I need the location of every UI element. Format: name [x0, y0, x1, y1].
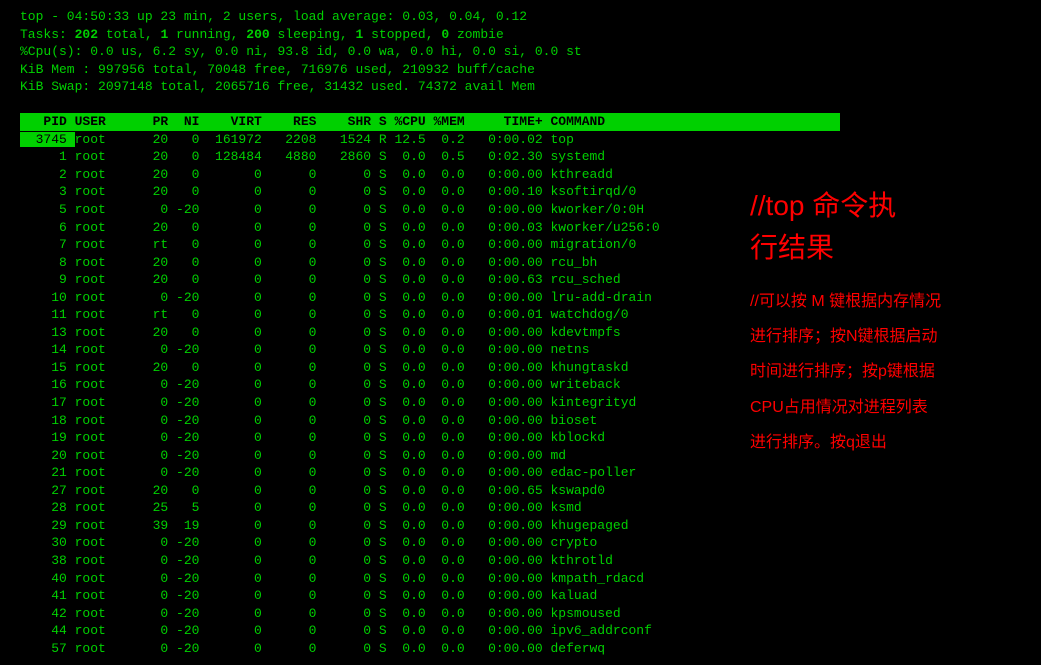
annotation-title: //top 命令执 行结果	[750, 185, 941, 269]
annotation-line: CPU占用情况对进程列表	[750, 390, 941, 425]
process-row[interactable]: 40 root 0 -20 0 0 0 S 0.0 0.0 0:00.00 km…	[20, 570, 1021, 588]
process-row[interactable]: 29 root 39 19 0 0 0 S 0.0 0.0 0:00.00 kh…	[20, 517, 1021, 535]
process-row[interactable]: 21 root 0 -20 0 0 0 S 0.0 0.0 0:00.00 ed…	[20, 464, 1021, 482]
annotation-overlay: //top 命令执 行结果 //可以按 M 键根据内存情况 进行排序；按N键根据…	[750, 185, 941, 460]
process-row[interactable]: 1 root 20 0 128484 4880 2860 S 0.0 0.5 0…	[20, 148, 1021, 166]
process-row[interactable]: 2 root 20 0 0 0 0 S 0.0 0.0 0:00.00 kthr…	[20, 166, 1021, 184]
top-summary-uptime: top - 04:50:33 up 23 min, 2 users, load …	[20, 8, 1021, 26]
top-summary-cpu: %Cpu(s): 0.0 us, 6.2 sy, 0.0 ni, 93.8 id…	[20, 43, 1021, 61]
process-row[interactable]: 27 root 20 0 0 0 0 S 0.0 0.0 0:00.65 ksw…	[20, 482, 1021, 500]
annotation-line: 时间进行排序；按p键根据	[750, 354, 941, 389]
process-row[interactable]: 28 root 25 5 0 0 0 S 0.0 0.0 0:00.00 ksm…	[20, 499, 1021, 517]
top-summary-tasks: Tasks: 202 total, 1 running, 200 sleepin…	[20, 26, 1021, 44]
annotation-line: //可以按 M 键根据内存情况	[750, 284, 941, 319]
blank-line	[20, 96, 1021, 114]
process-row[interactable]: 57 root 0 -20 0 0 0 S 0.0 0.0 0:00.00 de…	[20, 640, 1021, 658]
process-row[interactable]: 30 root 0 -20 0 0 0 S 0.0 0.0 0:00.00 cr…	[20, 534, 1021, 552]
process-row[interactable]: 42 root 0 -20 0 0 0 S 0.0 0.0 0:00.00 kp…	[20, 605, 1021, 623]
top-summary-mem: KiB Mem : 997956 total, 70048 free, 7169…	[20, 61, 1021, 79]
annotation-line: 进行排序；按N键根据启动	[750, 319, 941, 354]
process-row[interactable]: 44 root 0 -20 0 0 0 S 0.0 0.0 0:00.00 ip…	[20, 622, 1021, 640]
process-row[interactable]: 41 root 0 -20 0 0 0 S 0.0 0.0 0:00.00 ka…	[20, 587, 1021, 605]
top-summary-swap: KiB Swap: 2097148 total, 2065716 free, 3…	[20, 78, 1021, 96]
process-row[interactable]: 38 root 0 -20 0 0 0 S 0.0 0.0 0:00.00 kt…	[20, 552, 1021, 570]
process-row-selected[interactable]: 3745 root 20 0 161972 2208 1524 R 12.5 0…	[20, 131, 1021, 149]
process-table-header: PID USER PR NI VIRT RES SHR S %CPU %MEM …	[20, 113, 840, 131]
annotation-line: 进行排序。按q退出	[750, 425, 941, 460]
